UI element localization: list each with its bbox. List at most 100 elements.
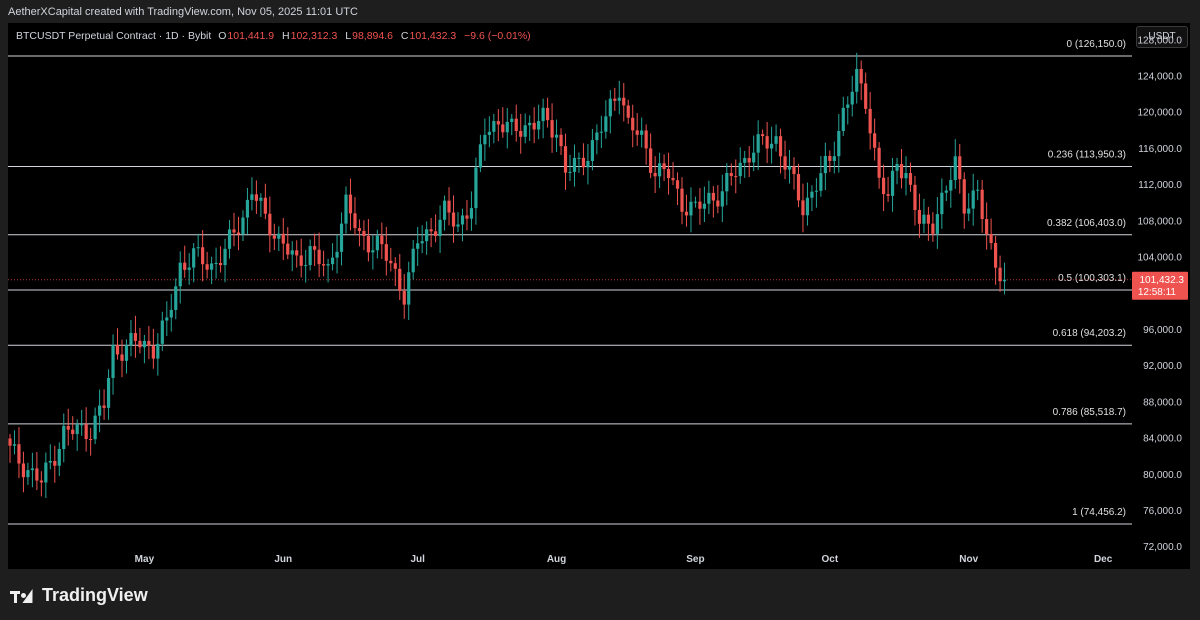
candle-body-82: [375, 235, 379, 251]
candle-body-27: [129, 333, 133, 346]
candle-body-16: [80, 424, 84, 426]
candle-body-211: [953, 156, 957, 180]
candle-body-115: [523, 125, 527, 137]
candle-body-69: [317, 249, 321, 265]
candle-body-142: [644, 130, 648, 149]
candle-body-118: [537, 121, 541, 130]
y-tick-7: 96,000.0: [1143, 325, 1182, 336]
candle-body-161: [729, 173, 733, 177]
candle-body-112: [510, 118, 514, 122]
candle-body-134: [608, 98, 612, 117]
tradingview-icon: [10, 588, 38, 603]
candle-body-52: [241, 217, 245, 235]
candle-body-55: [254, 194, 258, 201]
x-tick-jun: Jun: [274, 554, 292, 565]
candle-body-18: [89, 439, 93, 441]
candle-body-59: [272, 235, 276, 239]
candle-body-135: [613, 98, 617, 101]
candle-body-215: [971, 190, 975, 209]
candle-body-81: [371, 250, 375, 253]
candle-body-189: [855, 68, 859, 92]
candle-body-65: [299, 255, 303, 266]
candle-body-53: [245, 199, 250, 218]
candle-body-123: [559, 134, 563, 147]
candle-body-87: [398, 268, 402, 291]
candle-body-221: [998, 267, 1002, 282]
candle-body-192: [868, 108, 872, 134]
candle-body-162: [734, 176, 738, 178]
candle-body-39: [183, 262, 187, 270]
candle-body-202: [913, 184, 917, 210]
candle-body-121: [550, 120, 554, 138]
candle-body-88: [402, 290, 406, 305]
tradingview-logo[interactable]: TradingView: [10, 585, 148, 606]
candle-body-214: [967, 208, 971, 214]
candle-body-89: [407, 272, 411, 305]
candle-body-137: [622, 97, 626, 106]
candle-body-30: [142, 340, 146, 348]
fib-label-1: 0.236 (113,950.3): [1048, 149, 1126, 160]
candle-body-174: [787, 166, 792, 170]
candle-body-114: [519, 131, 523, 137]
y-tick-5: 108,000.0: [1138, 216, 1183, 227]
candle-body-96: [438, 219, 442, 236]
y-tick-9: 88,000.0: [1143, 397, 1182, 408]
candle-body-67: [308, 246, 312, 266]
candle-body-155: [702, 203, 706, 209]
x-tick-may: May: [135, 554, 155, 565]
candle-body-7: [39, 480, 43, 483]
candle-body-15: [75, 424, 79, 435]
candle-body-73: [335, 251, 339, 258]
candle-body-23: [111, 345, 115, 378]
fib-label-3: 0.5 (100,303.1): [1058, 273, 1126, 284]
candle-body-146: [662, 163, 666, 170]
candle-body-94: [429, 229, 433, 232]
candle-body-153: [693, 201, 698, 203]
candle-body-203: [917, 209, 922, 224]
candle-body-216: [976, 189, 980, 191]
candle-body-119: [541, 107, 545, 122]
candle-body-34: [160, 320, 164, 344]
candle-body-117: [532, 122, 536, 130]
candle-body-66: [304, 265, 308, 267]
candle-body-208: [940, 192, 944, 215]
fib-label-5: 0.786 (85,518.7): [1053, 407, 1126, 418]
candle-body-140: [635, 130, 639, 135]
candle-body-102: [465, 215, 469, 219]
candle-body-158: [716, 200, 720, 207]
candle-body-196: [886, 194, 890, 196]
price-badge-price: 101,432.3: [1140, 275, 1185, 286]
candle-body-167: [756, 134, 760, 153]
candle-body-109: [496, 121, 500, 125]
candle-body-54: [250, 194, 254, 200]
candle-body-57: [263, 197, 267, 214]
candle-body-195: [882, 177, 886, 195]
candle-body-128: [581, 157, 586, 168]
candle-body-84: [384, 244, 388, 261]
candle-body-205: [926, 214, 930, 224]
candle-body-110: [501, 124, 505, 133]
candle-body-93: [425, 229, 429, 242]
candle-body-219: [989, 233, 993, 244]
candle-body-210: [949, 179, 953, 191]
y-tick-6: 104,000.0: [1138, 253, 1183, 264]
price-badge-countdown: 12:58:11: [1138, 287, 1177, 298]
candle-body-184: [832, 156, 836, 161]
candle-body-9: [48, 461, 52, 463]
y-tick-10: 84,000.0: [1143, 434, 1182, 445]
x-tick-sep: Sep: [686, 554, 704, 565]
candle-body-164: [743, 158, 747, 163]
candle-body-28: [133, 333, 138, 341]
candle-body-151: [684, 211, 689, 216]
candle-body-131: [595, 132, 599, 141]
candle-body-78: [357, 228, 362, 231]
y-tick-1: 124,000.0: [1138, 72, 1183, 83]
candle-body-58: [268, 213, 272, 236]
x-tick-oct: Oct: [822, 554, 839, 565]
candle-body-149: [675, 180, 680, 189]
candle-body-185: [837, 131, 841, 157]
candle-body-130: [590, 140, 594, 161]
candle-body-187: [846, 104, 850, 108]
candle-body-76: [348, 194, 353, 214]
candle-body-139: [631, 117, 635, 131]
